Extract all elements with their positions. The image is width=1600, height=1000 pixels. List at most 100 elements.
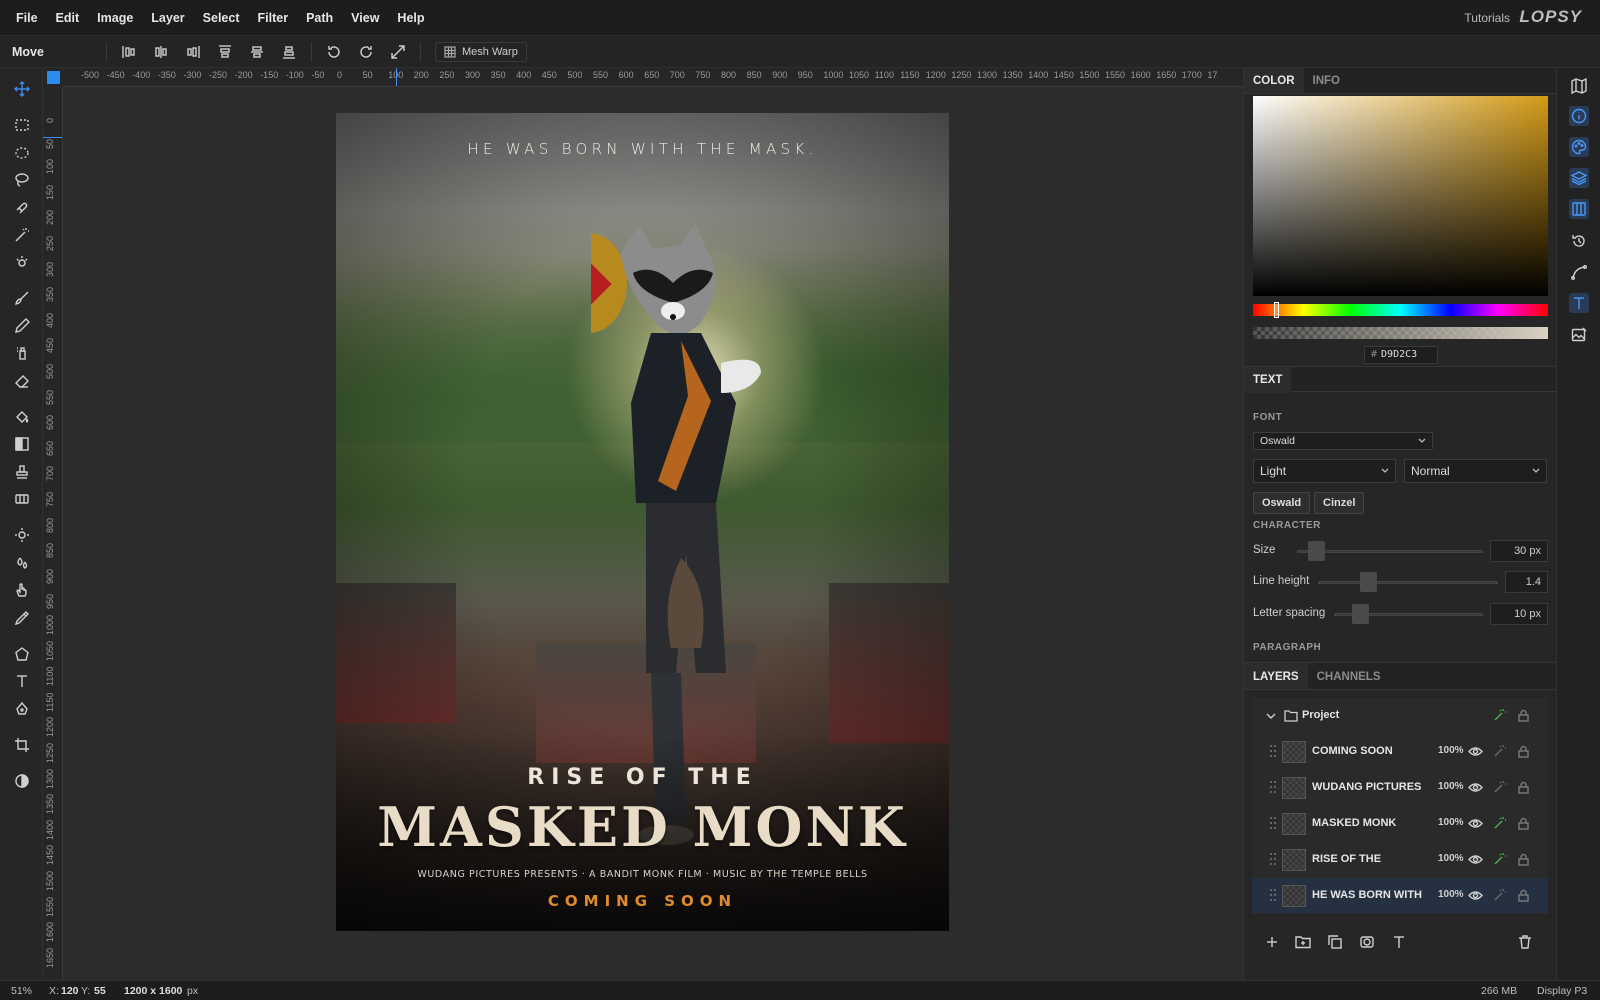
letter-spacing-slider-handle[interactable] — [1352, 604, 1369, 624]
menu-image[interactable]: Image — [88, 0, 142, 36]
eyedropper-tool[interactable] — [10, 606, 34, 630]
fx-icon[interactable] — [1492, 744, 1507, 759]
hue-slider[interactable] — [1253, 304, 1548, 316]
ellipse-select-tool[interactable] — [10, 141, 34, 165]
fx-icon[interactable] — [1492, 852, 1507, 867]
fx-icon[interactable] — [1492, 708, 1507, 723]
gradient-tool[interactable] — [10, 432, 34, 456]
font-weight-select[interactable]: Light — [1253, 459, 1396, 483]
shape-tool[interactable] — [10, 642, 34, 666]
channels-toggle[interactable] — [1569, 199, 1589, 219]
eye-icon[interactable] — [1468, 888, 1483, 903]
text-tool[interactable] — [10, 669, 34, 693]
crop-tool[interactable] — [10, 733, 34, 757]
lock-icon[interactable] — [1516, 888, 1531, 903]
font-family-select[interactable]: Oswald — [1253, 432, 1433, 450]
line-height-slider-handle[interactable] — [1360, 572, 1377, 592]
align-top-button[interactable] — [209, 40, 241, 64]
layer-opacity[interactable]: 100% — [1438, 817, 1464, 828]
document-canvas[interactable]: HE WAS BORN WITH THE MASK. RISE OF THE M… — [336, 113, 949, 931]
align-middle-v-button[interactable] — [241, 40, 273, 64]
eraser-tool[interactable] — [10, 369, 34, 393]
spray-tool[interactable] — [10, 341, 34, 365]
add-group-button[interactable] — [1295, 934, 1313, 952]
fx-icon[interactable] — [1492, 780, 1507, 795]
chevron-down-icon[interactable] — [1266, 711, 1276, 721]
align-right-button[interactable] — [177, 40, 209, 64]
align-bottom-button[interactable] — [273, 40, 305, 64]
mesh-warp-button[interactable]: Mesh Warp — [435, 41, 527, 62]
pencil-tool[interactable] — [10, 314, 34, 338]
layer-group-project[interactable]: Project — [1252, 698, 1548, 734]
hue-slider-handle[interactable] — [1274, 302, 1279, 318]
menu-path[interactable]: Path — [297, 0, 342, 36]
quick-font-cinzel-button[interactable]: Cinzel — [1314, 492, 1365, 514]
quick-select-tool[interactable] — [10, 250, 34, 274]
lock-icon[interactable] — [1516, 816, 1531, 831]
lock-icon[interactable] — [1516, 780, 1531, 795]
color-toggle[interactable] — [1569, 137, 1589, 157]
add-text-layer-button[interactable] — [1391, 934, 1409, 952]
add-layer-button[interactable] — [1264, 934, 1282, 952]
eye-icon[interactable] — [1468, 744, 1483, 759]
blur-tool[interactable] — [10, 551, 34, 575]
stamp-tool[interactable] — [10, 460, 34, 484]
lock-icon[interactable] — [1516, 852, 1531, 867]
align-left-button[interactable] — [113, 40, 145, 64]
paths-toggle[interactable] — [1569, 262, 1589, 282]
menu-filter[interactable]: Filter — [249, 0, 298, 36]
saturation-picker[interactable] — [1253, 96, 1548, 296]
menu-file[interactable]: File — [7, 0, 47, 36]
navigator-toggle[interactable] — [1569, 76, 1589, 96]
eye-icon[interactable] — [1468, 816, 1483, 831]
layer-opacity[interactable]: 100% — [1438, 853, 1464, 864]
menu-edit[interactable]: Edit — [47, 0, 89, 36]
layer-row[interactable]: COMING SOON 100% — [1252, 734, 1548, 770]
ruler-corner[interactable] — [43, 68, 63, 87]
smudge-tool[interactable] — [10, 578, 34, 602]
tab-text[interactable]: TEXT — [1244, 367, 1292, 393]
eye-icon[interactable] — [1468, 852, 1483, 867]
drag-handle-icon[interactable] — [1269, 744, 1277, 758]
adjust-tool[interactable] — [10, 769, 34, 793]
layer-row[interactable]: MASKED MONK 100% — [1252, 806, 1548, 842]
dodge-tool[interactable] — [10, 523, 34, 547]
layer-row[interactable]: HE WAS BORN WITH 100% — [1252, 878, 1548, 914]
tab-channels[interactable]: CHANNELS — [1308, 663, 1390, 689]
align-center-h-button[interactable] — [145, 40, 177, 64]
fx-icon[interactable] — [1492, 888, 1507, 903]
tab-info[interactable]: INFO — [1304, 68, 1349, 93]
brush-tool[interactable] — [10, 286, 34, 310]
duplicate-layer-button[interactable] — [1327, 934, 1345, 952]
size-slider-handle[interactable] — [1308, 541, 1325, 561]
history-toggle[interactable] — [1569, 231, 1589, 251]
delete-layer-button[interactable] — [1517, 934, 1535, 952]
image-adjust-toggle[interactable] — [1569, 325, 1589, 345]
fx-icon[interactable] — [1492, 816, 1507, 831]
layer-row[interactable]: WUDANG PICTURES 100% — [1252, 770, 1548, 806]
letter-spacing-input[interactable]: 10 px — [1490, 603, 1548, 625]
canvas-area[interactable]: HE WAS BORN WITH THE MASK. RISE OF THE M… — [63, 87, 1243, 980]
layer-row[interactable]: RISE OF THE 100% — [1252, 842, 1548, 878]
quick-font-oswald-button[interactable]: Oswald — [1253, 492, 1311, 514]
magic-wand-tool[interactable] — [10, 223, 34, 247]
move-tool[interactable] — [10, 77, 34, 101]
layers-toggle[interactable] — [1569, 168, 1589, 188]
drag-handle-icon[interactable] — [1269, 888, 1277, 902]
patch-tool[interactable] — [10, 487, 34, 511]
font-style-select[interactable]: Normal — [1404, 459, 1547, 483]
layer-opacity[interactable]: 100% — [1438, 889, 1464, 900]
menu-view[interactable]: View — [342, 0, 388, 36]
layer-opacity[interactable]: 100% — [1438, 745, 1464, 756]
add-mask-button[interactable] — [1359, 934, 1377, 952]
tutorials-link[interactable]: Tutorials — [1464, 0, 1510, 36]
drag-handle-icon[interactable] — [1269, 852, 1277, 866]
eye-icon[interactable] — [1468, 780, 1483, 795]
info-toggle[interactable] — [1569, 106, 1589, 126]
rotate-left-button[interactable] — [318, 40, 350, 64]
tab-layers[interactable]: LAYERS — [1244, 663, 1308, 689]
drag-handle-icon[interactable] — [1269, 780, 1277, 794]
pen-tool[interactable] — [10, 697, 34, 721]
alpha-slider[interactable] — [1253, 327, 1548, 339]
rotate-right-button[interactable] — [350, 40, 382, 64]
